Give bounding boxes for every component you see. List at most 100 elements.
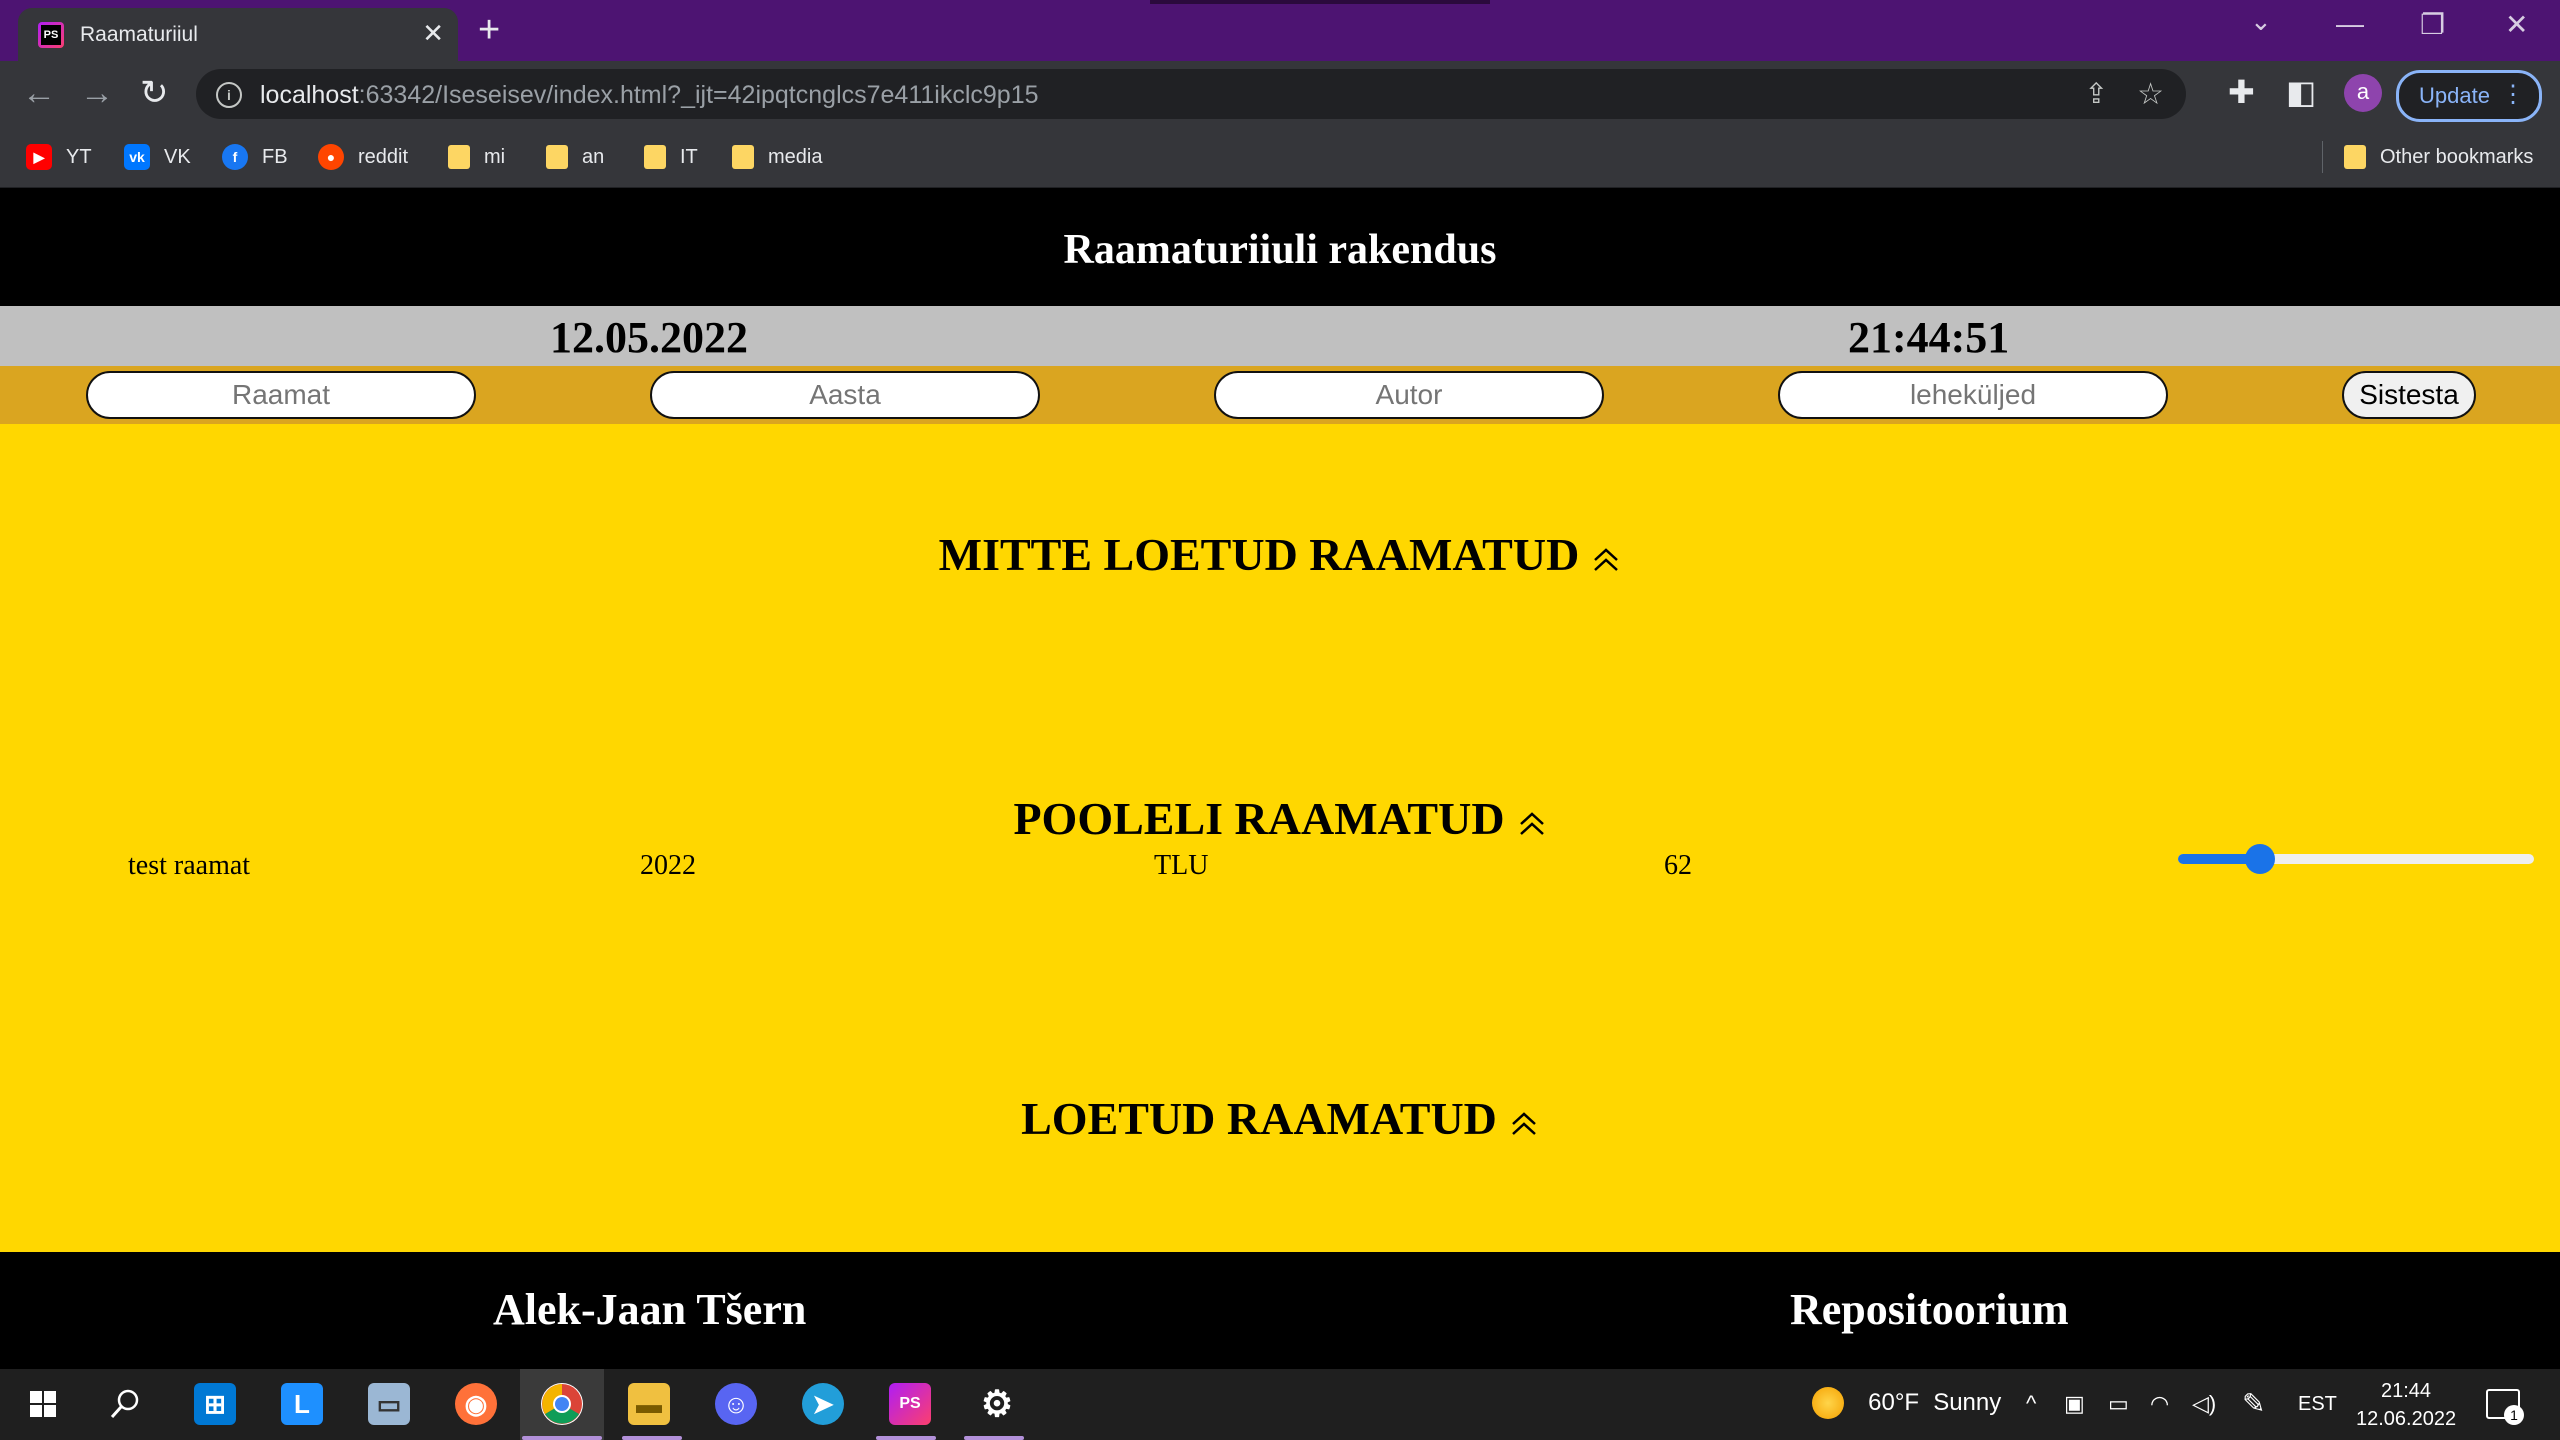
- sun-icon: [1812, 1387, 1844, 1419]
- bookmark-label: FB: [262, 145, 288, 168]
- repository-link[interactable]: Repositoorium: [1790, 1284, 2069, 1335]
- file-explorer-icon[interactable]: ▬: [628, 1383, 670, 1425]
- book-author-input[interactable]: [1214, 371, 1604, 419]
- url-host: localhost: [260, 81, 359, 109]
- bookmark-folder-mi[interactable]: mi: [448, 143, 505, 171]
- weather-temperature: 60°F: [1868, 1389, 1920, 1416]
- bookmark-star-icon[interactable]: ☆: [2137, 77, 2164, 112]
- profile-avatar[interactable]: a: [2344, 74, 2382, 112]
- book-lists: MITTE LOETUD RAAMATUD POOLELI RAAMATUD t…: [0, 424, 2560, 1252]
- pen-icon[interactable]: ✎: [2242, 1387, 2265, 1420]
- bookmark-label: IT: [680, 145, 698, 168]
- volume-icon[interactable]: ◁): [2192, 1391, 2216, 1417]
- book-title-input[interactable]: [86, 371, 476, 419]
- book-year: 2022: [640, 850, 696, 881]
- forward-arrow-icon[interactable]: →: [80, 73, 114, 113]
- tab-close-icon[interactable]: ✕: [422, 18, 444, 48]
- system-clock[interactable]: 21:44 12.06.2022: [2356, 1377, 2456, 1433]
- current-date: 12.05.2022: [550, 313, 748, 362]
- menu-dots-icon[interactable]: ⋮: [2501, 80, 2525, 109]
- facebook-icon: f: [222, 144, 248, 170]
- read-section-header[interactable]: LOETUD RAAMATUD: [0, 1092, 2560, 1145]
- favicon-text: PS: [41, 25, 61, 45]
- battery-icon[interactable]: ▭: [2108, 1391, 2129, 1417]
- bookmark-label: VK: [164, 145, 191, 168]
- settings-gear-icon[interactable]: ⚙: [976, 1383, 1018, 1425]
- page-title: Raamaturiiuli rakendus: [1063, 227, 1497, 273]
- book-author: TLU: [1154, 850, 1209, 881]
- telegram-icon[interactable]: ➤: [802, 1383, 844, 1425]
- bookmark-folder-media[interactable]: media: [732, 143, 822, 171]
- browser-tab[interactable]: PS Raamaturiiul ✕: [18, 8, 458, 61]
- running-indicator: [622, 1436, 682, 1440]
- bookmark-yt[interactable]: ▶ YT: [26, 143, 92, 171]
- book-pages-input[interactable]: [1778, 371, 2168, 419]
- bookmark-label: an: [582, 145, 605, 168]
- phpstorm-icon[interactable]: PS: [889, 1383, 931, 1425]
- unread-section-title: MITTE LOETUD RAAMATUD: [938, 529, 1580, 580]
- weather-widget[interactable]: 60°F Sunny: [1812, 1387, 2001, 1419]
- windows-start-icon[interactable]: [22, 1383, 64, 1425]
- microsoft-store-icon[interactable]: ⊞: [194, 1383, 236, 1425]
- window-drag-area[interactable]: [1150, 0, 1490, 4]
- other-bookmarks-label: Other bookmarks: [2380, 145, 2534, 168]
- chrome-icon[interactable]: [541, 1383, 583, 1425]
- window-close-icon[interactable]: ✕: [2505, 8, 2528, 41]
- share-icon[interactable]: ⇪: [2085, 77, 2108, 110]
- bookmarks-bar: ▶ YT vk VK f FB ● reddit mi an IT media Othe…: [0, 127, 2560, 188]
- discord-icon[interactable]: ☺: [715, 1383, 757, 1425]
- firefox-icon[interactable]: ◉: [455, 1383, 497, 1425]
- url-path: :63342/Iseseisev/index.html?_ijt=42ipqtc…: [358, 81, 1039, 109]
- clock-date: 12.06.2022: [2356, 1408, 2457, 1430]
- collapse-chevron-icon[interactable]: [1591, 544, 1621, 574]
- bookmark-folder-an[interactable]: an: [546, 143, 604, 171]
- back-arrow-icon[interactable]: ←: [22, 73, 56, 113]
- tab-search-icon[interactable]: ⌄: [2250, 6, 2272, 37]
- bookmark-vk[interactable]: vk VK: [124, 143, 191, 171]
- site-info-icon[interactable]: i: [216, 82, 242, 108]
- search-icon[interactable]: [104, 1383, 146, 1425]
- l-app-icon[interactable]: L: [281, 1383, 323, 1425]
- url-text[interactable]: localhost:63342/Iseseisev/index.html?_ij…: [260, 81, 1039, 110]
- slider-thumb[interactable]: [2244, 844, 2275, 874]
- bookmark-folder-it[interactable]: IT: [644, 143, 698, 171]
- update-label: Update: [2419, 83, 2490, 108]
- bookmark-label: media: [768, 145, 823, 168]
- input-language[interactable]: EST: [2298, 1393, 2337, 1416]
- reddit-icon: ●: [318, 144, 344, 170]
- collapse-chevron-icon[interactable]: [1517, 808, 1547, 838]
- minimize-icon[interactable]: —: [2336, 8, 2364, 40]
- update-button[interactable]: Update ⋮: [2396, 70, 2542, 122]
- extensions-puzzle-icon[interactable]: ✚: [2228, 73, 2255, 111]
- folder-icon: [546, 145, 568, 169]
- book-title: test raamat: [128, 850, 251, 881]
- address-bar[interactable]: i localhost:63342/Iseseisev/index.html?_…: [196, 69, 2186, 119]
- reload-icon[interactable]: ↻: [140, 73, 169, 113]
- footer-author: Alek-Jaan Tšern: [493, 1285, 807, 1334]
- book-pages: 62: [1664, 850, 1692, 881]
- tray-app-icon[interactable]: ▣: [2064, 1391, 2085, 1417]
- reading-progress-slider[interactable]: [2178, 844, 2534, 874]
- in-progress-section-header[interactable]: POOLELI RAAMATUD: [0, 792, 2560, 845]
- unread-section-header[interactable]: MITTE LOETUD RAAMATUD: [0, 528, 2560, 581]
- restore-icon[interactable]: ❐: [2420, 8, 2445, 41]
- page-header: Raamaturiiuli rakendus: [0, 188, 2560, 306]
- book-year-input[interactable]: [650, 371, 1040, 419]
- wifi-icon[interactable]: ◠: [2150, 1391, 2169, 1417]
- tab-title: Raamaturiiul: [80, 23, 198, 46]
- folder-icon: [644, 145, 666, 169]
- collapse-chevron-icon[interactable]: [1509, 1108, 1539, 1138]
- bookmark-fb[interactable]: f FB: [222, 143, 288, 171]
- monitor-app-icon[interactable]: ▭: [368, 1383, 410, 1425]
- side-panel-icon[interactable]: ◧: [2286, 73, 2316, 111]
- running-indicator: [522, 1436, 602, 1440]
- folder-icon: [448, 145, 470, 169]
- tray-chevron-icon[interactable]: ^: [2026, 1391, 2036, 1417]
- bookmark-reddit[interactable]: ● reddit: [318, 143, 408, 171]
- other-bookmarks[interactable]: Other bookmarks: [2344, 143, 2533, 171]
- folder-icon: [2344, 145, 2366, 169]
- read-section-title: LOETUD RAAMATUD: [1021, 1093, 1497, 1144]
- vk-icon: vk: [124, 144, 150, 170]
- new-tab-button[interactable]: +: [478, 10, 500, 50]
- submit-book-button[interactable]: Sistesta: [2342, 371, 2476, 419]
